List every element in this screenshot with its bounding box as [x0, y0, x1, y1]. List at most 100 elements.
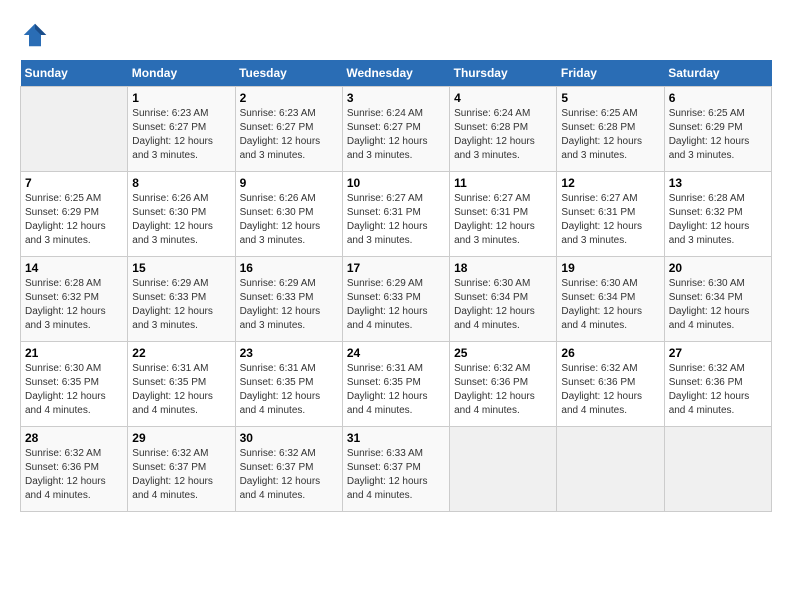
day-number: 3: [347, 91, 445, 105]
day-info: Sunrise: 6:32 AMSunset: 6:37 PMDaylight:…: [132, 447, 230, 503]
calendar-cell: 31Sunrise: 6:33 AMSunset: 6:37 PMDayligh…: [342, 427, 449, 512]
header-day-saturday: Saturday: [664, 60, 771, 87]
day-number: 23: [240, 346, 338, 360]
calendar-week-row: 28 Sunrise: 6:32 AMSunset: 6:36 PMDayligh…: [21, 427, 772, 512]
day-number: 20: [669, 261, 767, 275]
logo-icon: [20, 20, 50, 50]
day-number: 6: [669, 91, 767, 105]
page-header: [20, 20, 772, 50]
calendar-cell: 24 Sunrise: 6:31 AMSunset: 6:35 PMDayligh…: [342, 342, 449, 427]
day-number: 5: [561, 91, 659, 105]
calendar-cell: 7 Sunrise: 6:25 AMSunset: 6:29 PMDaylight…: [21, 172, 128, 257]
day-info: Sunrise: 6:32 AMSunset: 6:37 PMDaylight:…: [240, 447, 338, 503]
calendar-header-row: SundayMondayTuesdayWednesdayThursdayFrid…: [21, 60, 772, 87]
day-number: 26: [561, 346, 659, 360]
day-info: Sunrise: 6:27 AMSunset: 6:31 PMDaylight:…: [454, 192, 552, 248]
calendar-cell: 22Sunrise: 6:31 AMSunset: 6:35 PMDayligh…: [128, 342, 235, 427]
day-number: 1: [132, 91, 230, 105]
day-info: Sunrise: 6:27 AMSunset: 6:31 PMDaylight:…: [561, 192, 659, 248]
calendar-cell: 25 Sunrise: 6:32 AMSunset: 6:36 PMDayligh…: [450, 342, 557, 427]
calendar-cell: 14Sunrise: 6:28 AMSunset: 6:32 PMDayligh…: [21, 257, 128, 342]
day-info: Sunrise: 6:25 AMSunset: 6:28 PMDaylight:…: [561, 107, 659, 163]
day-info: Sunrise: 6:29 AMSunset: 6:33 PMDaylight:…: [132, 277, 230, 333]
calendar-cell: 27 Sunrise: 6:32 AMSunset: 6:36 PMDayligh…: [664, 342, 771, 427]
day-info: Sunrise: 6:27 AMSunset: 6:31 PMDaylight:…: [347, 192, 445, 248]
header-day-sunday: Sunday: [21, 60, 128, 87]
day-info: Sunrise: 6:25 AMSunset: 6:29 PMDaylight:…: [25, 192, 123, 248]
day-info: Sunrise: 6:24 AMSunset: 6:28 PMDaylight:…: [454, 107, 552, 163]
calendar-cell: 28 Sunrise: 6:32 AMSunset: 6:36 PMDayligh…: [21, 427, 128, 512]
day-number: 17: [347, 261, 445, 275]
calendar-cell: 6 Sunrise: 6:25 AMSunset: 6:29 PMDaylight…: [664, 87, 771, 172]
calendar-cell: 16 Sunrise: 6:29 AMSunset: 6:33 PMDayligh…: [235, 257, 342, 342]
day-number: 24: [347, 346, 445, 360]
day-number: 30: [240, 431, 338, 445]
calendar-cell: [450, 427, 557, 512]
calendar-week-row: 21 Sunrise: 6:30 AMSunset: 6:35 PMDayligh…: [21, 342, 772, 427]
calendar-cell: 3 Sunrise: 6:24 AMSunset: 6:27 PMDaylight…: [342, 87, 449, 172]
day-info: Sunrise: 6:30 AMSunset: 6:35 PMDaylight:…: [25, 362, 123, 418]
calendar-week-row: 1 Sunrise: 6:23 AMSunset: 6:27 PMDaylight…: [21, 87, 772, 172]
calendar-cell: 10Sunrise: 6:27 AMSunset: 6:31 PMDayligh…: [342, 172, 449, 257]
day-info: Sunrise: 6:30 AMSunset: 6:34 PMDaylight:…: [454, 277, 552, 333]
day-info: Sunrise: 6:30 AMSunset: 6:34 PMDaylight:…: [669, 277, 767, 333]
day-info: Sunrise: 6:31 AMSunset: 6:35 PMDaylight:…: [347, 362, 445, 418]
day-number: 8: [132, 176, 230, 190]
day-number: 9: [240, 176, 338, 190]
calendar-cell: 15 Sunrise: 6:29 AMSunset: 6:33 PMDayligh…: [128, 257, 235, 342]
calendar-cell: 8 Sunrise: 6:26 AMSunset: 6:30 PMDaylight…: [128, 172, 235, 257]
day-number: 11: [454, 176, 552, 190]
day-info: Sunrise: 6:25 AMSunset: 6:29 PMDaylight:…: [669, 107, 767, 163]
calendar-cell: 4 Sunrise: 6:24 AMSunset: 6:28 PMDaylight…: [450, 87, 557, 172]
day-number: 18: [454, 261, 552, 275]
calendar-cell: 19 Sunrise: 6:30 AMSunset: 6:34 PMDayligh…: [557, 257, 664, 342]
header-day-monday: Monday: [128, 60, 235, 87]
day-info: Sunrise: 6:31 AMSunset: 6:35 PMDaylight:…: [240, 362, 338, 418]
day-number: 19: [561, 261, 659, 275]
day-info: Sunrise: 6:28 AMSunset: 6:32 PMDaylight:…: [669, 192, 767, 248]
calendar-cell: 5 Sunrise: 6:25 AMSunset: 6:28 PMDaylight…: [557, 87, 664, 172]
day-number: 27: [669, 346, 767, 360]
calendar-cell: [557, 427, 664, 512]
calendar-cell: 2Sunrise: 6:23 AMSunset: 6:27 PMDaylight…: [235, 87, 342, 172]
calendar-cell: 18 Sunrise: 6:30 AMSunset: 6:34 PMDayligh…: [450, 257, 557, 342]
day-number: 31: [347, 431, 445, 445]
calendar-cell: 1 Sunrise: 6:23 AMSunset: 6:27 PMDaylight…: [128, 87, 235, 172]
calendar-table: SundayMondayTuesdayWednesdayThursdayFrid…: [20, 60, 772, 512]
day-info: Sunrise: 6:29 AMSunset: 6:33 PMDaylight:…: [240, 277, 338, 333]
day-info: Sunrise: 6:32 AMSunset: 6:36 PMDaylight:…: [454, 362, 552, 418]
day-info: Sunrise: 6:23 AMSunset: 6:27 PMDaylight:…: [132, 107, 230, 163]
calendar-cell: 21 Sunrise: 6:30 AMSunset: 6:35 PMDayligh…: [21, 342, 128, 427]
calendar-cell: 23 Sunrise: 6:31 AMSunset: 6:35 PMDayligh…: [235, 342, 342, 427]
day-number: 13: [669, 176, 767, 190]
day-number: 12: [561, 176, 659, 190]
day-info: Sunrise: 6:24 AMSunset: 6:27 PMDaylight:…: [347, 107, 445, 163]
day-number: 7: [25, 176, 123, 190]
logo: [20, 20, 54, 50]
day-info: Sunrise: 6:32 AMSunset: 6:36 PMDaylight:…: [669, 362, 767, 418]
day-number: 28: [25, 431, 123, 445]
day-info: Sunrise: 6:30 AMSunset: 6:34 PMDaylight:…: [561, 277, 659, 333]
day-info: Sunrise: 6:26 AMSunset: 6:30 PMDaylight:…: [132, 192, 230, 248]
day-info: Sunrise: 6:32 AMSunset: 6:36 PMDaylight:…: [25, 447, 123, 503]
calendar-cell: 11 Sunrise: 6:27 AMSunset: 6:31 PMDayligh…: [450, 172, 557, 257]
day-number: 14: [25, 261, 123, 275]
calendar-cell: 12 Sunrise: 6:27 AMSunset: 6:31 PMDayligh…: [557, 172, 664, 257]
header-day-wednesday: Wednesday: [342, 60, 449, 87]
day-number: 16: [240, 261, 338, 275]
day-number: 29: [132, 431, 230, 445]
calendar-cell: [664, 427, 771, 512]
calendar-cell: 30 Sunrise: 6:32 AMSunset: 6:37 PMDayligh…: [235, 427, 342, 512]
header-day-thursday: Thursday: [450, 60, 557, 87]
calendar-cell: 9 Sunrise: 6:26 AMSunset: 6:30 PMDaylight…: [235, 172, 342, 257]
calendar-cell: 26Sunrise: 6:32 AMSunset: 6:36 PMDayligh…: [557, 342, 664, 427]
day-number: 4: [454, 91, 552, 105]
day-number: 21: [25, 346, 123, 360]
day-number: 25: [454, 346, 552, 360]
calendar-cell: [21, 87, 128, 172]
header-day-tuesday: Tuesday: [235, 60, 342, 87]
calendar-cell: 17Sunrise: 6:29 AMSunset: 6:33 PMDayligh…: [342, 257, 449, 342]
day-number: 15: [132, 261, 230, 275]
day-info: Sunrise: 6:26 AMSunset: 6:30 PMDaylight:…: [240, 192, 338, 248]
calendar-cell: 20 Sunrise: 6:30 AMSunset: 6:34 PMDayligh…: [664, 257, 771, 342]
